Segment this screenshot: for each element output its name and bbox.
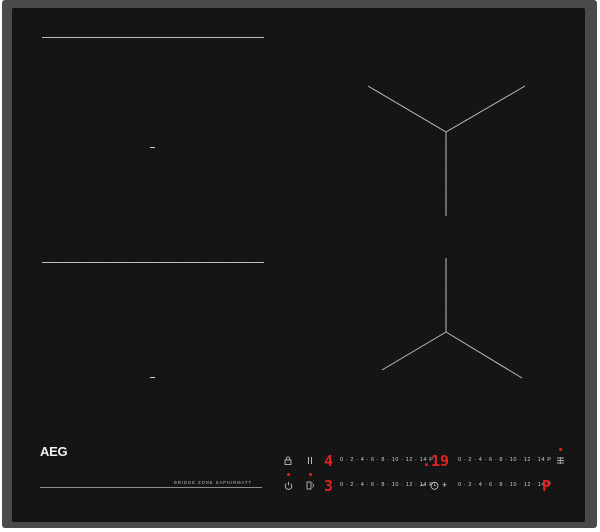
- front-left-power-level-display: 4: [324, 452, 334, 470]
- bridge-indicator-led: [559, 448, 562, 451]
- pause-icon[interactable]: [307, 456, 313, 468]
- rear-left-power-level-display: 3: [324, 477, 334, 495]
- hob2hood-indicator-led: [309, 473, 312, 476]
- brand-tagline: BRIDGE ZONE SAPHIRMATT: [174, 480, 252, 485]
- right-zone-markings: [367, 85, 526, 379]
- front-left-power-slider-scale[interactable]: 0 · 2 · 4 · 6 · 8 · 10 · 12 · 14 P: [340, 457, 433, 463]
- timer-icon[interactable]: [430, 481, 439, 493]
- hob2hood-icon[interactable]: [306, 481, 316, 493]
- brand-underline: [40, 487, 262, 488]
- timer-minus-button[interactable]: −: [420, 480, 426, 490]
- front-right-power-slider-scale[interactable]: 0 · 2 · 4 · 6 · 8 · 10 · 12 · 14 P: [458, 457, 551, 463]
- rear-right-power-slider-scale[interactable]: 0 · 2 · 4 · 6 · 8 · 10 · 12 · 14 P: [458, 482, 551, 488]
- timer-plus-button[interactable]: +: [442, 480, 448, 490]
- power-indicator-led: [287, 473, 290, 476]
- rear-right-power-level-display: P: [542, 477, 552, 495]
- right-top-zone-left-arm: [367, 85, 447, 133]
- right-bottom-zone-right-arm: [445, 331, 523, 379]
- right-top-zone-right-arm: [445, 85, 526, 133]
- aeg-logo: AEG: [40, 444, 68, 459]
- right-bottom-zone-left-arm: [381, 331, 447, 371]
- bridge-icon[interactable]: [556, 456, 565, 468]
- power-icon[interactable]: [284, 481, 293, 493]
- lock-icon[interactable]: [284, 456, 292, 468]
- timer-display: .19: [422, 452, 450, 470]
- cooktop-glass: 4 0 · 2 · 4 · 6 · 8 · 10 · 12 · 14 P .19…: [12, 8, 585, 522]
